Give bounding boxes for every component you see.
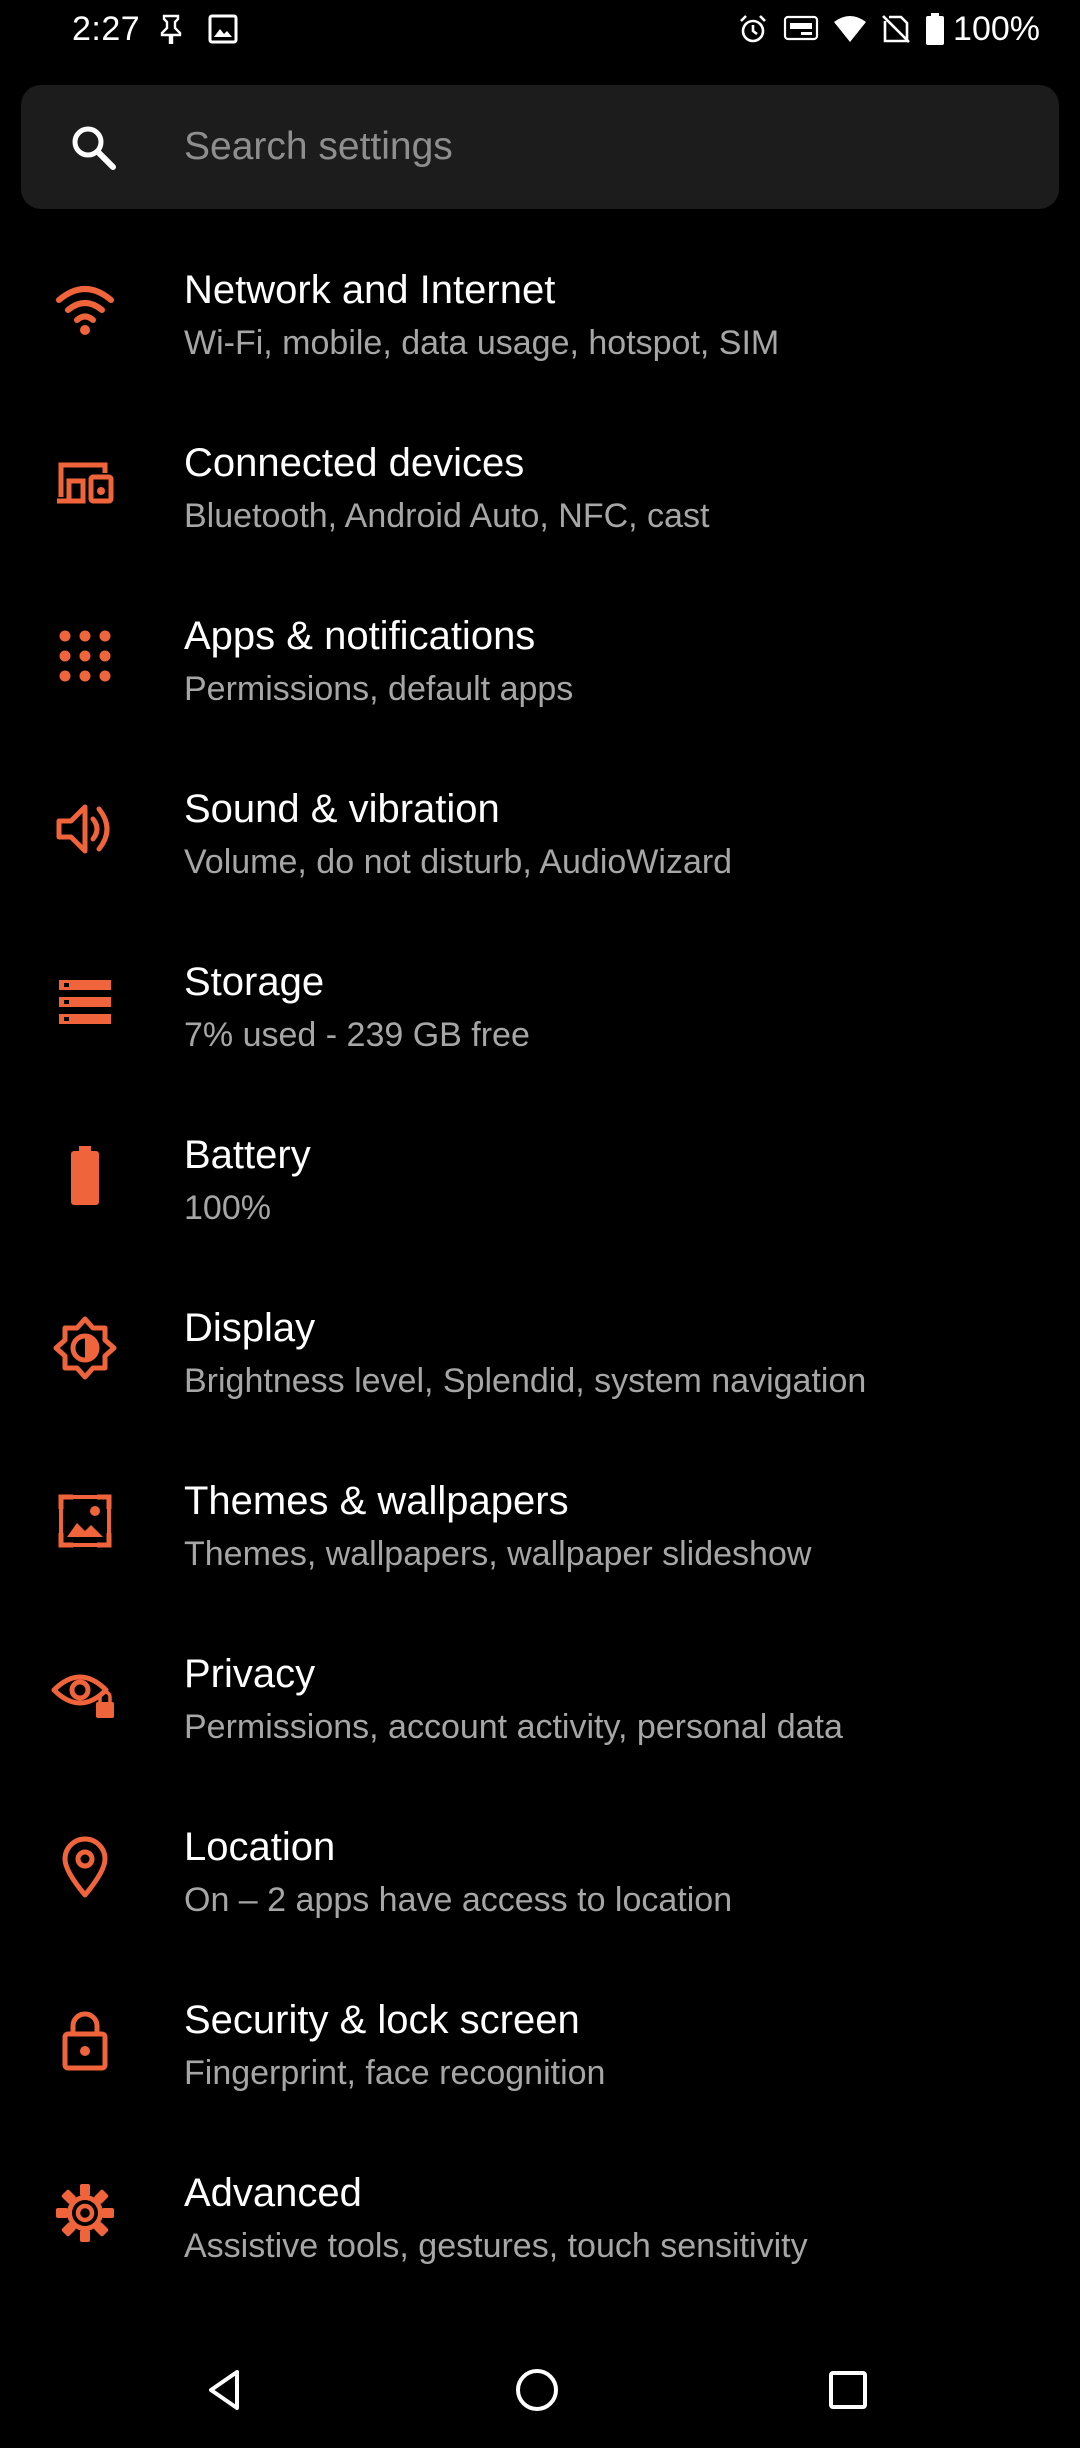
status-time: 2:27: [72, 9, 141, 48]
settings-item-display[interactable]: Display Brightness level, Splendid, syst…: [0, 1278, 1080, 1451]
settings-item-subtitle: Permissions, default apps: [184, 670, 574, 708]
recents-button[interactable]: [808, 2350, 888, 2430]
wallpaper-icon: [45, 1481, 125, 1561]
wifi-icon: [833, 14, 867, 44]
recents-icon: [829, 2371, 867, 2409]
wifi-icon: [45, 270, 125, 350]
settings-item-subtitle: Bluetooth, Android Auto, NFC, cast: [184, 497, 710, 535]
settings-item-title: Apps & notifications: [184, 614, 536, 658]
settings-item-subtitle: Themes, wallpapers, wallpaper slideshow: [184, 1535, 812, 1573]
settings-item-subtitle: Permissions, account activity, personal …: [184, 1708, 843, 1746]
settings-item-network[interactable]: Network and Internet Wi-Fi, mobile, data…: [0, 240, 1080, 413]
settings-item-privacy[interactable]: Privacy Permissions, account activity, p…: [0, 1624, 1080, 1797]
settings-item-sound[interactable]: Sound & vibration Volume, do not disturb…: [0, 759, 1080, 932]
home-icon: [516, 2369, 558, 2411]
search-placeholder: Search settings: [184, 125, 453, 168]
search-bar[interactable]: Search settings: [21, 85, 1059, 209]
settings-item-title: Location: [184, 1825, 336, 1869]
settings-item-battery[interactable]: Battery 100%: [0, 1105, 1080, 1278]
settings-item-advanced[interactable]: Advanced Assistive tools, gestures, touc…: [0, 2143, 1080, 2316]
brightness-icon: [45, 1308, 125, 1388]
battery-icon: [925, 13, 945, 45]
apps-grid-icon: [45, 616, 125, 696]
settings-item-subtitle: Fingerprint, face recognition: [184, 2054, 606, 2092]
image-icon: [208, 14, 238, 44]
battery-percentage: 100%: [953, 9, 1040, 48]
navigation-bar: [0, 2330, 1080, 2448]
settings-item-apps[interactable]: Apps & notifications Permissions, defaul…: [0, 586, 1080, 759]
speaker-icon: [45, 789, 125, 869]
back-icon: [209, 2370, 239, 2410]
back-button[interactable]: [185, 2350, 265, 2430]
settings-item-location[interactable]: Location On – 2 apps have access to loca…: [0, 1797, 1080, 1970]
settings-item-title: Sound & vibration: [184, 787, 500, 831]
home-button[interactable]: [497, 2350, 577, 2430]
settings-item-subtitle: On – 2 apps have access to location: [184, 1881, 733, 1919]
settings-item-storage[interactable]: Storage 7% used - 239 GB free: [0, 932, 1080, 1105]
settings-item-subtitle: Wi-Fi, mobile, data usage, hotspot, SIM: [184, 324, 780, 362]
settings-item-subtitle: Assistive tools, gestures, touch sensiti…: [184, 2227, 808, 2265]
settings-item-subtitle: Volume, do not disturb, AudioWizard: [184, 843, 733, 881]
settings-item-title: Privacy: [184, 1652, 316, 1696]
settings-item-subtitle: 7% used - 239 GB free: [184, 1016, 530, 1054]
settings-item-themes[interactable]: Themes & wallpapers Themes, wallpapers, …: [0, 1451, 1080, 1624]
search-icon: [63, 117, 123, 177]
settings-item-subtitle: Brightness level, Splendid, system navig…: [184, 1362, 867, 1400]
location-pin-icon: [45, 1827, 125, 1907]
settings-item-title: Connected devices: [184, 441, 525, 485]
status-right: 100%: [723, 10, 1040, 49]
settings-item-title: Storage: [184, 960, 325, 1004]
settings-item-title: Network and Internet: [184, 268, 556, 312]
settings-list: Network and Internet Wi-Fi, mobile, data…: [0, 240, 1080, 2316]
settings-item-title: Advanced: [184, 2171, 362, 2215]
status-bar: 2:27 100%: [0, 0, 1080, 58]
devices-icon: [45, 443, 125, 523]
settings-item-security[interactable]: Security & lock screen Fingerprint, face…: [0, 1970, 1080, 2143]
settings-item-title: Security & lock screen: [184, 1998, 580, 2042]
status-left: 2:27: [72, 10, 262, 49]
alarm-icon: [737, 13, 769, 45]
auto-hz-icon: [783, 14, 819, 44]
battery-icon: [45, 1135, 125, 1215]
settings-item-title: Display: [184, 1306, 316, 1350]
settings-item-title: Themes & wallpapers: [184, 1479, 569, 1523]
gear-icon: [45, 2173, 125, 2253]
lock-icon: [45, 2000, 125, 2080]
no-signal-icon: [881, 14, 911, 44]
settings-item-title: Battery: [184, 1133, 311, 1177]
storage-icon: [45, 962, 125, 1042]
settings-item-subtitle: 100%: [184, 1189, 271, 1227]
privacy-eye-icon: [45, 1654, 125, 1734]
pin-icon: [158, 14, 184, 44]
settings-item-connected-devices[interactable]: Connected devices Bluetooth, Android Aut…: [0, 413, 1080, 586]
